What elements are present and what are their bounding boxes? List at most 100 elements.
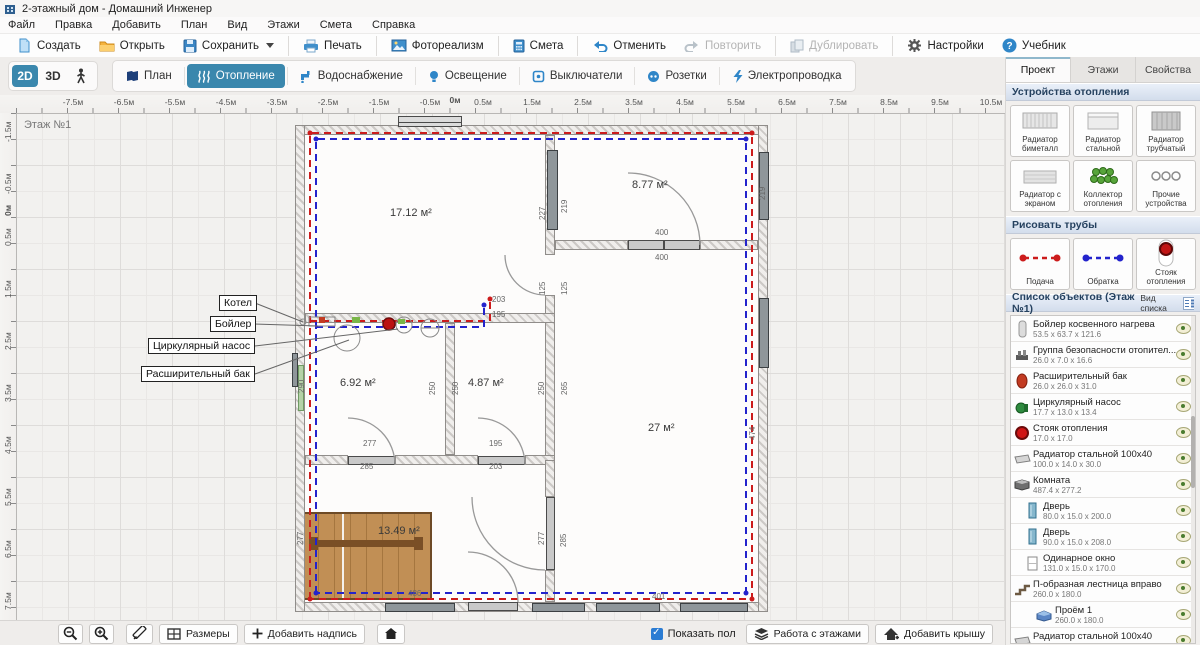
view-3d-button[interactable]: 3D (40, 65, 66, 87)
door-object[interactable] (468, 602, 518, 611)
visibility-eye-icon[interactable] (1176, 349, 1191, 360)
print-button[interactable]: Печать (294, 37, 371, 55)
list-item[interactable]: Циркулярный насос17.7 x 13.0 x 13.4 (1011, 394, 1195, 420)
device-radiator-bimetal[interactable]: Радиатор биметалл (1010, 105, 1070, 157)
redo-button[interactable]: Повторить (675, 37, 770, 54)
window-object[interactable] (398, 116, 462, 127)
list-item[interactable]: Стояк отопления17.0 x 17.0 (1011, 420, 1195, 446)
lightning-icon (732, 70, 743, 83)
radiator-object[interactable] (596, 603, 660, 612)
pipe-supply-tile[interactable]: Подача (1010, 238, 1070, 290)
list-item[interactable]: Расширительный бак26.0 x 26.0 x 31.0 (1011, 368, 1195, 394)
device-collector[interactable]: Коллектор отопления (1073, 160, 1133, 212)
list-item[interactable]: Группа безопасности отопител...26.0 x 7.… (1011, 342, 1195, 368)
callout-circulation-pump[interactable]: Циркулярный насос (148, 338, 255, 354)
menu-estimate[interactable]: Смета (320, 19, 352, 31)
visibility-eye-icon[interactable] (1176, 323, 1191, 334)
visibility-eye-icon[interactable] (1176, 375, 1191, 386)
list-item[interactable]: Комната487.4 x 277.2 (1011, 472, 1195, 498)
menu-help[interactable]: Справка (372, 19, 415, 31)
device-radiator-screen[interactable]: Радиатор с экраном (1010, 160, 1070, 212)
settings-button[interactable]: Настройки (898, 36, 992, 55)
menu-add[interactable]: Добавить (112, 19, 161, 31)
callout-boiler-unit[interactable]: Котел (219, 295, 257, 311)
pipe-riser-tile[interactable]: Стояк отопления (1136, 238, 1196, 290)
pipe-return-tile[interactable]: Обратка (1073, 238, 1133, 290)
estimate-button[interactable]: Смета (504, 37, 573, 55)
list-item[interactable]: Дверь80.0 x 15.0 x 200.0 (1011, 498, 1195, 524)
tab-water[interactable]: Водоснабжение (290, 64, 413, 88)
list-view-toggle[interactable]: Вид списка (1140, 293, 1194, 313)
tab-lighting[interactable]: Освещение (418, 64, 517, 88)
tab-floors[interactable]: Этажи (1071, 57, 1136, 82)
open-button[interactable]: Открыть (90, 37, 174, 55)
radiator-object[interactable] (532, 603, 585, 612)
visibility-eye-icon[interactable] (1176, 635, 1191, 644)
dimensions-button[interactable]: Размеры (159, 624, 238, 644)
visibility-eye-icon[interactable] (1176, 609, 1191, 620)
door-object[interactable] (664, 240, 700, 250)
view-2d-button[interactable]: 2D (12, 65, 38, 87)
show-floor-toggle[interactable]: Показать пол (651, 628, 736, 640)
tab-sockets[interactable]: Розетки (637, 64, 716, 88)
visibility-eye-icon[interactable] (1176, 531, 1191, 542)
tab-switches[interactable]: Выключатели (522, 64, 633, 88)
list-item[interactable]: Дверь90.0 x 15.0 x 208.0 (1011, 524, 1195, 550)
list-item[interactable]: Одинарное окно131.0 x 15.0 x 170.0 (1011, 550, 1195, 576)
list-item[interactable]: Проём 1260.0 x 180.0 (1011, 602, 1195, 628)
list-scrollbar[interactable] (1191, 316, 1195, 643)
door-object[interactable] (628, 240, 664, 250)
radiator-object[interactable] (759, 298, 769, 368)
list-item[interactable]: Бойлер косвенного нагрева53.5 x 63.7 x 1… (1011, 316, 1195, 342)
scrollbar-thumb[interactable] (1191, 416, 1195, 488)
menu-edit[interactable]: Правка (55, 19, 92, 31)
menu-file[interactable]: Файл (8, 19, 35, 31)
save-button[interactable]: Сохранить (174, 37, 283, 55)
show-floor-checkbox[interactable] (651, 628, 663, 640)
undo-button[interactable]: Отменить (583, 37, 675, 54)
callout-water-heater[interactable]: Бойлер (210, 316, 256, 332)
plan-canvas[interactable]: -7.5м -6.5м -5.5м -4.5м -3.5м -2.5м -1.5… (0, 95, 1005, 620)
visibility-eye-icon[interactable] (1176, 453, 1191, 464)
device-radiator-steel[interactable]: Радиатор стальной (1073, 105, 1133, 157)
tab-properties[interactable]: Свойства (1136, 57, 1200, 82)
callout-expansion-tank[interactable]: Расширительный бак (141, 366, 255, 382)
zoom-out-button[interactable] (58, 624, 83, 644)
visibility-eye-icon[interactable] (1176, 427, 1191, 438)
tab-plan[interactable]: План (116, 64, 182, 88)
tutorial-button[interactable]: ? Учебник (993, 36, 1075, 55)
visibility-eye-icon[interactable] (1176, 583, 1191, 594)
device-radiator-tubular[interactable]: Радиатор трубчатый (1136, 105, 1196, 157)
visibility-eye-icon[interactable] (1176, 479, 1191, 490)
photorealism-button[interactable]: Фотореализм (382, 37, 493, 54)
visibility-eye-icon[interactable] (1176, 505, 1191, 516)
add-caption-button[interactable]: Добавить надпись (244, 624, 365, 644)
tab-project[interactable]: Проект (1006, 57, 1071, 82)
device-other[interactable]: Прочие устройства (1136, 160, 1196, 212)
home-button[interactable] (377, 624, 405, 644)
duplicate-button[interactable]: Дублировать (781, 37, 887, 55)
list-item[interactable]: Радиатор стальной 100x40100.0 x 14.0 x 3… (1011, 628, 1195, 644)
menu-view[interactable]: Вид (227, 19, 247, 31)
menu-floors[interactable]: Этажи (267, 19, 299, 31)
measure-button[interactable] (126, 624, 153, 644)
list-item[interactable]: П-образная лестница вправо260.0 x 180.0 (1011, 576, 1195, 602)
radiator-icon (1013, 634, 1031, 645)
collector-icon (1084, 161, 1122, 190)
create-button[interactable]: Создать (8, 36, 90, 55)
door-object[interactable] (546, 497, 555, 570)
save-dropdown-arrow-icon[interactable] (266, 43, 274, 48)
radiator-object[interactable] (680, 603, 748, 612)
visibility-eye-icon[interactable] (1176, 557, 1191, 568)
list-item[interactable]: Радиатор стальной 100x40100.0 x 14.0 x 3… (1011, 446, 1195, 472)
roof-button[interactable]: Добавить крышу (875, 624, 993, 644)
radiator-object[interactable] (547, 150, 558, 230)
menu-plan[interactable]: План (181, 19, 208, 31)
walkthrough-button[interactable] (68, 65, 94, 87)
zoom-in-button[interactable] (89, 624, 114, 644)
radiator-object[interactable] (385, 603, 455, 612)
visibility-eye-icon[interactable] (1176, 401, 1191, 412)
tab-heating[interactable]: Отопление (187, 64, 285, 88)
tab-wiring[interactable]: Электропроводка (722, 64, 852, 88)
floors-button[interactable]: Работа с этажами (746, 624, 869, 644)
